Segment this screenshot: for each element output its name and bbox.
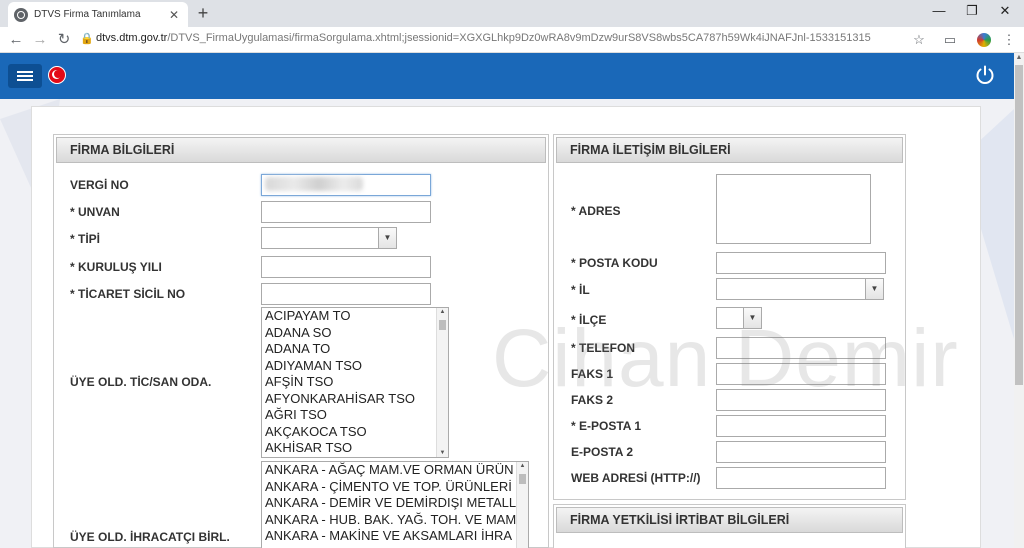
list-item[interactable]: ANKARA - HUB. BAK. YAĞ. TOH. VE MAM	[262, 512, 528, 529]
menu-dots-icon[interactable]: ⋮	[1000, 31, 1018, 49]
adres-textarea[interactable]	[716, 174, 871, 244]
list-item[interactable]: AKHİSAR TSO	[262, 440, 448, 457]
tipi-label: * TİPİ	[70, 232, 101, 246]
watermark-text: Cihan Demir	[492, 313, 959, 404]
globe-icon	[14, 7, 28, 22]
uye-ihracatci-listbox[interactable]: ANKARA - AĞAÇ MAM.VE ORMAN ÜRÜN ANKARA -…	[261, 461, 529, 548]
list-item[interactable]: AFŞİN TSO	[262, 374, 448, 391]
web-adresi-input[interactable]	[716, 467, 886, 489]
page-scroll-thumb[interactable]	[1015, 65, 1023, 385]
app-header	[0, 53, 1014, 99]
web-adresi-label: WEB ADRESİ (HTTP://)	[571, 471, 701, 485]
hamburger-menu-icon[interactable]	[8, 64, 42, 88]
chevron-down-icon[interactable]: ▼	[865, 279, 883, 299]
star-icon[interactable]: ☆	[910, 31, 928, 49]
address-bar[interactable]: dtvs.dtm.gov.tr/DTVS_FirmaUygulamasi/fir…	[96, 32, 871, 44]
kurulus-yili-input[interactable]	[261, 256, 431, 278]
close-icon[interactable]: ✕	[166, 8, 182, 22]
firma-bilgileri-header: FİRMA BİLGİLERİ	[56, 137, 546, 163]
eposta1-label: * E-POSTA 1	[571, 419, 642, 433]
ticaret-sicil-no-input[interactable]	[261, 283, 431, 305]
firma-yetkilisi-header: FİRMA YETKİLİSİ İRTİBAT BİLGİLERİ	[556, 507, 903, 533]
reload-icon[interactable]: ↻	[54, 30, 74, 50]
scroll-up-icon[interactable]: ▲	[437, 309, 448, 315]
unvan-label: * UNVAN	[70, 205, 120, 219]
unvan-input[interactable]	[261, 201, 431, 223]
list-item[interactable]: AKÇAKOCA TSO	[262, 424, 448, 441]
uye-ihracatci-label: ÜYE OLD. İHRACATÇI BİRL.	[70, 530, 230, 544]
adres-label: * ADRES	[571, 204, 621, 218]
list-item[interactable]: ACIPAYAM TO	[262, 308, 448, 325]
il-label: * İL	[571, 283, 590, 297]
list-item[interactable]: ANKARA - DEMİR VE DEMİRDIŞI METALL	[262, 495, 528, 512]
list-item[interactable]: ANKARA - ÇİMENTO VE TOP. ÜRÜNLERİ	[262, 479, 528, 496]
url-path: /DTVS_FirmaUygulamasi/firmaSorgulama.xht…	[167, 32, 871, 44]
minimize-button[interactable]: —	[924, 2, 954, 20]
turkish-flag-icon	[48, 66, 66, 84]
power-icon[interactable]	[974, 64, 996, 86]
lock-icon[interactable]: 🔒	[80, 32, 94, 45]
listbox-scrollbar[interactable]: ▲	[516, 462, 528, 548]
listbox-scrollbar[interactable]: ▲ ▼	[436, 308, 448, 457]
redacted-vergi-no	[265, 177, 363, 191]
url-host: dtvs.dtm.gov.tr	[96, 32, 168, 44]
tipi-select[interactable]: ▼	[261, 227, 397, 249]
eposta2-label: E-POSTA 2	[571, 445, 634, 459]
profile-avatar-icon[interactable]	[975, 31, 993, 49]
ticaret-sicil-no-label: * TİCARET SİCİL NO	[70, 287, 186, 301]
eposta1-input[interactable]	[716, 415, 886, 437]
il-select[interactable]: ▼	[716, 278, 884, 300]
list-item[interactable]: ANKARA - MAKİNE VE AKSAMLARI İHRA	[262, 528, 528, 545]
firma-yetkilisi-panel: FİRMA YETKİLİSİ İRTİBAT BİLGİLERİ	[553, 504, 906, 548]
vergi-no-label: VERGİ NO	[70, 178, 129, 192]
firma-iletisim-header: FİRMA İLETİŞİM BİLGİLERİ	[556, 137, 903, 163]
eposta2-input[interactable]	[716, 441, 886, 463]
cast-icon[interactable]: ▭	[941, 31, 959, 49]
listbox-scroll-thumb[interactable]	[439, 320, 446, 330]
list-item[interactable]: AFYONKARAHİSAR TSO	[262, 391, 448, 408]
chevron-down-icon[interactable]: ▼	[378, 228, 396, 248]
list-item[interactable]: ADANA TO	[262, 341, 448, 358]
list-item[interactable]: ANKARA - AĞAÇ MAM.VE ORMAN ÜRÜN	[262, 462, 528, 479]
scroll-up-icon[interactable]: ▲	[517, 463, 528, 469]
posta-kodu-input[interactable]	[716, 252, 886, 274]
listbox-scroll-thumb[interactable]	[519, 474, 526, 484]
page-scrollbar[interactable]: ▲	[1014, 53, 1024, 548]
list-item[interactable]: ADIYAMAN TSO	[262, 358, 448, 375]
forward-icon[interactable]: →	[30, 30, 50, 50]
browser-tab[interactable]: DTVS Firma Tanımlama ✕	[8, 2, 188, 27]
scroll-down-icon[interactable]: ▼	[437, 450, 448, 456]
uye-oda-label: ÜYE OLD. TİC/SAN ODA.	[70, 375, 212, 389]
browser-tabstrip: DTVS Firma Tanımlama ✕ + — ❐ ✕	[0, 0, 1024, 27]
new-tab-button[interactable]: +	[194, 4, 212, 22]
list-item[interactable]: ADANA SO	[262, 325, 448, 342]
kurulus-yili-label: * KURULUŞ YILI	[70, 260, 162, 274]
tab-title: DTVS Firma Tanımlama	[34, 9, 141, 20]
back-icon[interactable]: ←	[6, 30, 26, 50]
list-item[interactable]: AĞRI TSO	[262, 407, 448, 424]
scroll-up-icon[interactable]: ▲	[1014, 53, 1024, 63]
browser-toolbar: ← → ↻ 🔒 dtvs.dtm.gov.tr/DTVS_FirmaUygula…	[0, 27, 1024, 53]
posta-kodu-label: * POSTA KODU	[571, 256, 658, 270]
maximize-button[interactable]: ❐	[957, 2, 987, 20]
uye-oda-listbox[interactable]: ACIPAYAM TO ADANA SO ADANA TO ADIYAMAN T…	[261, 307, 449, 458]
close-window-button[interactable]: ✕	[990, 2, 1020, 20]
